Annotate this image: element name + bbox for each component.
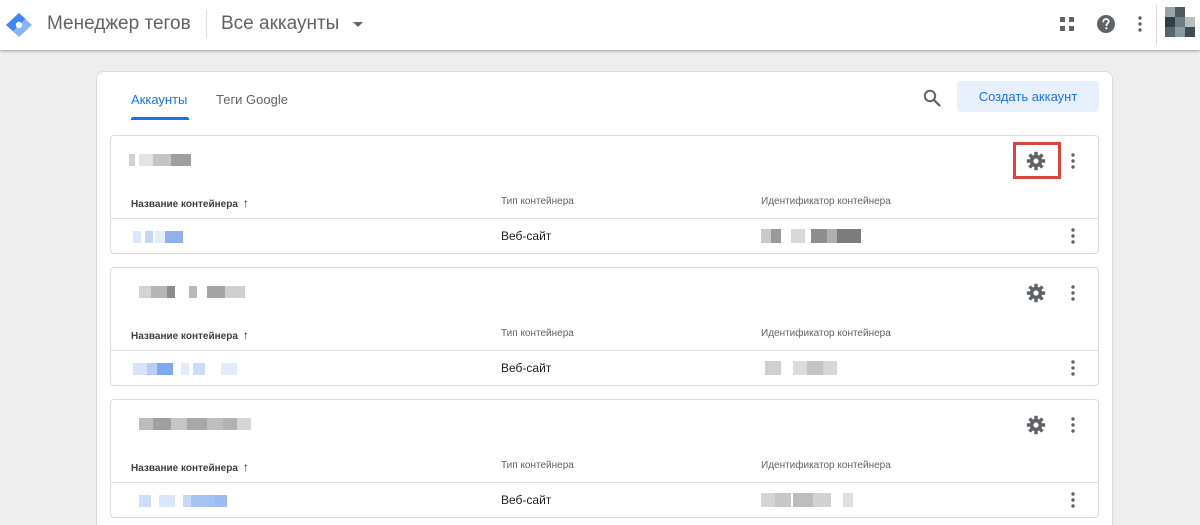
more-vert-icon[interactable]: [1061, 224, 1085, 248]
column-header-type: Тип контейнера: [501, 196, 574, 207]
column-header-name-label: Название контейнера: [131, 331, 238, 342]
container-type: Веб-сайт: [501, 361, 552, 375]
tag-manager-logo-icon[interactable]: [4, 12, 34, 38]
tab-accounts[interactable]: Аккаунты: [131, 92, 187, 107]
active-tab-indicator: [131, 117, 189, 120]
container-name-link-redacted[interactable]: [133, 363, 243, 375]
tab-google-tags[interactable]: Теги Google: [216, 92, 288, 107]
more-vert-icon[interactable]: [1061, 488, 1085, 512]
account-name-redacted[interactable]: [129, 418, 279, 430]
column-header-type: Тип контейнера: [501, 460, 574, 471]
table-row: Веб-сайт: [111, 483, 1098, 518]
account-switcher-label: Все аккаунты: [221, 13, 340, 34]
column-header-name[interactable]: Название контейнера ↑: [131, 328, 249, 342]
header-divider: [206, 9, 207, 39]
column-header-name[interactable]: Название контейнера ↑: [131, 196, 249, 210]
more-vert-icon[interactable]: [1127, 11, 1153, 37]
gear-icon[interactable]: [1024, 281, 1048, 305]
help-icon[interactable]: [1093, 11, 1119, 37]
gear-icon[interactable]: [1024, 149, 1048, 173]
account-switcher[interactable]: Все аккаунты: [221, 11, 364, 37]
column-header-name-label: Название контейнера: [131, 199, 238, 210]
more-vert-icon[interactable]: [1061, 413, 1085, 437]
more-vert-icon[interactable]: [1061, 356, 1085, 380]
column-header-name-label: Название контейнера: [131, 463, 238, 474]
sort-arrow-up-icon: ↑: [242, 328, 249, 342]
more-vert-icon[interactable]: [1061, 281, 1085, 305]
gear-icon[interactable]: [1024, 413, 1048, 437]
column-header-id: Идентификатор контейнера: [761, 460, 891, 471]
table-row: Веб-сайт: [111, 351, 1098, 386]
column-header-type: Тип контейнера: [501, 328, 574, 339]
container-id-redacted: [761, 361, 841, 375]
container-name-link-redacted[interactable]: [133, 495, 233, 507]
container-name-link-redacted[interactable]: [133, 231, 193, 243]
column-header-id: Идентификатор контейнера: [761, 196, 891, 207]
column-header-name[interactable]: Название контейнера ↑: [131, 460, 249, 474]
product-name: Менеджер тегов: [47, 13, 191, 34]
avatar[interactable]: [1156, 5, 1200, 45]
account-name-redacted[interactable]: [129, 154, 279, 166]
more-vert-icon[interactable]: [1061, 149, 1085, 173]
container-type: Веб-сайт: [501, 229, 552, 243]
account-block: Название контейнера ↑ Тип контейнера Иден…: [110, 399, 1099, 518]
create-account-button[interactable]: Создать аккаунт: [957, 81, 1099, 112]
container-type: Веб-сайт: [501, 493, 552, 507]
container-id-redacted: [761, 229, 871, 243]
table-row: Веб-сайт: [111, 219, 1098, 254]
column-header-id: Идентификатор контейнера: [761, 328, 891, 339]
apps-grid-icon[interactable]: [1054, 11, 1080, 37]
account-block: Название контейнера ↑ Тип контейнера Иден…: [110, 135, 1099, 254]
account-block: Название контейнера ↑ Тип контейнера Иден…: [110, 267, 1099, 386]
account-name-redacted[interactable]: [129, 286, 279, 298]
container-id-redacted: [761, 493, 857, 507]
sort-arrow-up-icon: ↑: [242, 460, 249, 474]
chevron-down-icon: [353, 21, 364, 27]
sort-arrow-up-icon: ↑: [242, 196, 249, 210]
top-app-bar: Менеджер тегов Все аккаунты: [0, 0, 1200, 50]
search-icon[interactable]: [920, 86, 944, 110]
